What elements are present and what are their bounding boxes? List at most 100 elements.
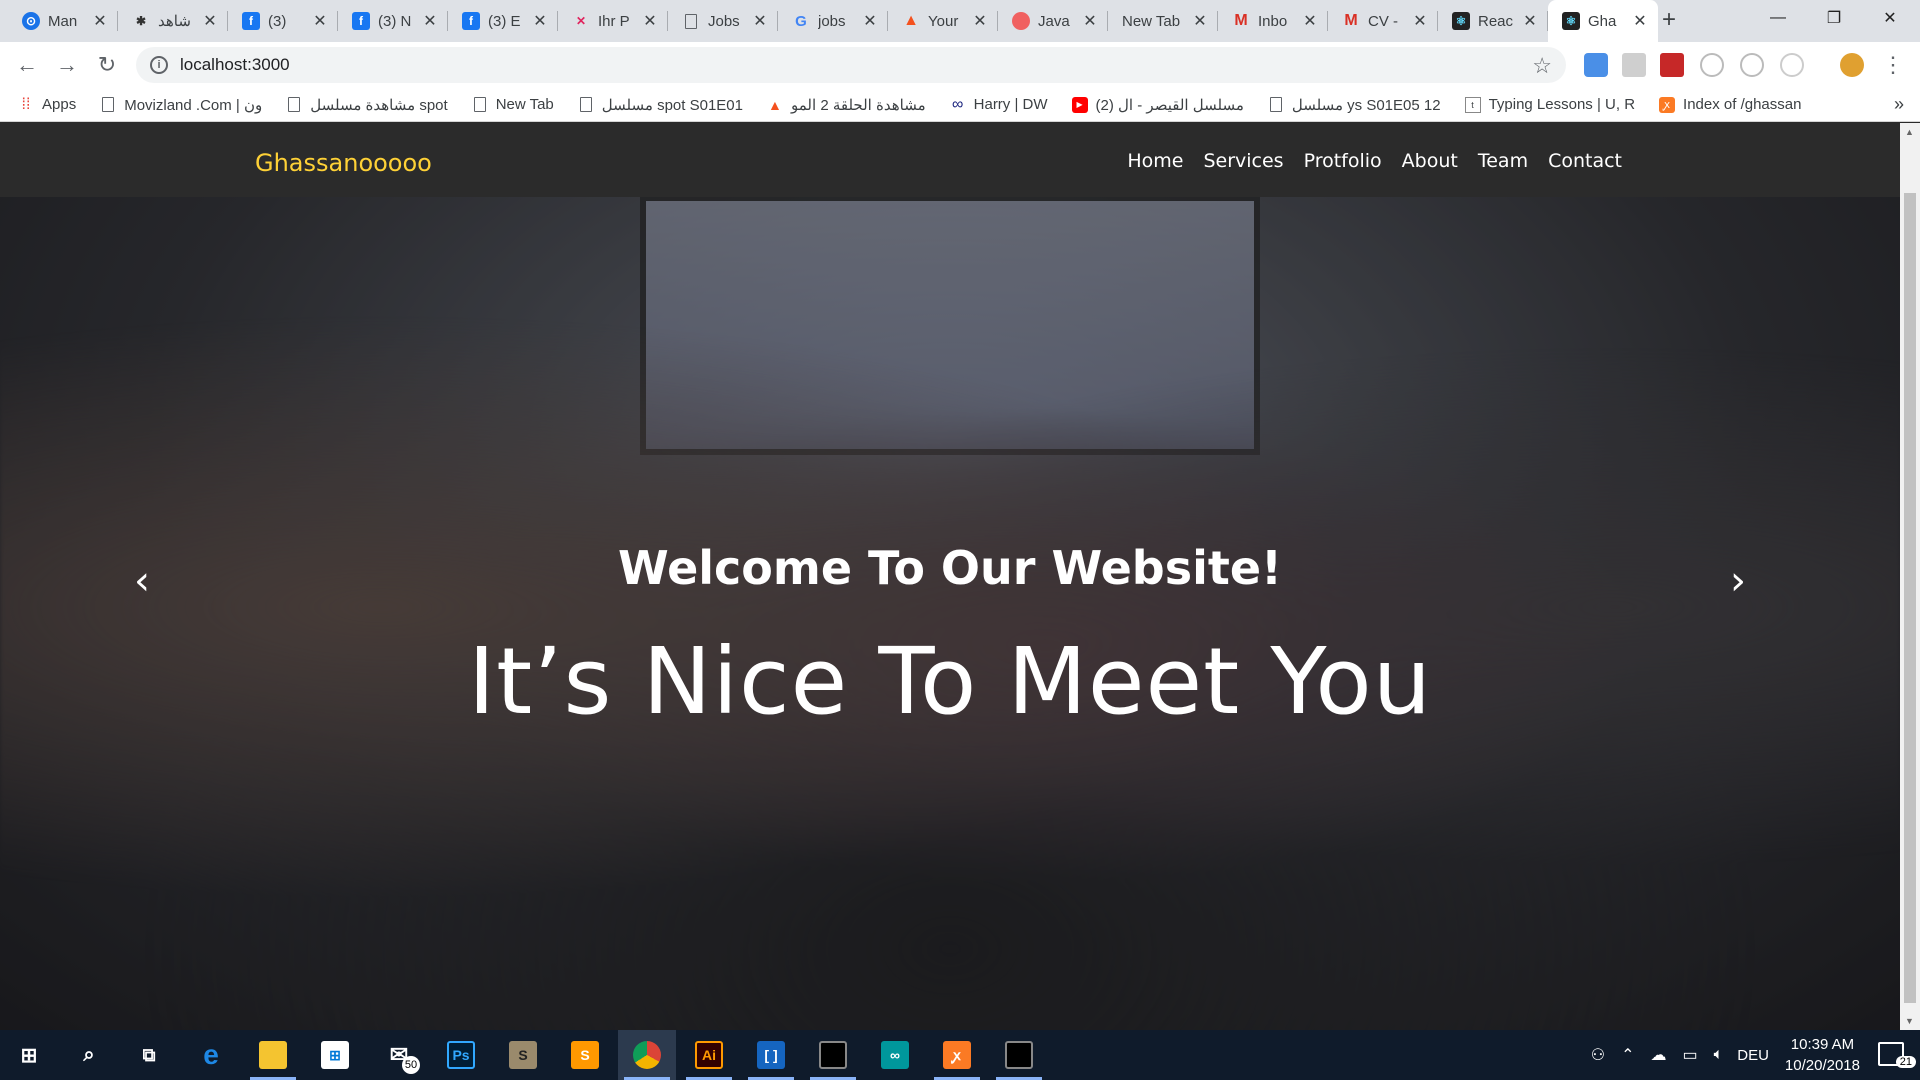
tab-title: Ihr P (598, 12, 630, 30)
extension-red-icon[interactable] (1660, 53, 1684, 77)
close-icon[interactable]: ✕ (1192, 11, 1208, 31)
taskbar-illustrator[interactable]: Ai (680, 1030, 738, 1080)
nav-portfolio[interactable]: Protfolio (1304, 150, 1382, 172)
browser-tab[interactable]: ⚛ Reac ✕ (1438, 0, 1548, 42)
clock-time: 10:39 AM (1790, 1036, 1855, 1053)
tab-title: (3) E (488, 12, 521, 30)
taskbar-photoshop[interactable]: Ps (432, 1030, 490, 1080)
browser-tab[interactable]: Java ✕ (998, 0, 1108, 42)
taskbar-bracket-app[interactable]: [ ] (742, 1030, 800, 1080)
language-indicator[interactable]: DEU (1737, 1047, 1769, 1064)
taskbar-store[interactable]: ⊞ (306, 1030, 364, 1080)
onedrive-icon[interactable]: ☁ (1651, 1045, 1667, 1065)
extension-h-icon[interactable] (1740, 53, 1764, 77)
battery-icon[interactable]: ▭ (1683, 1045, 1698, 1065)
taskbar-mail[interactable]: ✉ 50 (370, 1030, 428, 1080)
bookmark-item[interactable]: مسلسل ys S01E05 12 (1268, 96, 1441, 114)
close-icon[interactable]: ✕ (1082, 11, 1098, 31)
extension-ring-icon[interactable] (1780, 53, 1804, 77)
browser-tab[interactable]: ✕ Ihr P ✕ (558, 0, 668, 42)
site-brand[interactable]: Ghassanooooo (255, 149, 432, 177)
bookmark-item[interactable]: Movizland .Com | ون (100, 96, 262, 114)
nav-team[interactable]: Team (1478, 150, 1528, 172)
close-icon[interactable]: ✕ (202, 11, 218, 31)
close-icon[interactable]: ✕ (1522, 11, 1538, 31)
bookmark-item[interactable]: ∞ Harry | DW (950, 96, 1048, 114)
browser-tab[interactable]: M CV - ✕ (1328, 0, 1438, 42)
extension-pdf-icon[interactable] (1622, 53, 1646, 77)
task-view-button[interactable]: ⧉ (120, 1030, 178, 1080)
bookmarks-overflow-button[interactable]: » (1894, 94, 1904, 115)
site-info-icon[interactable]: i (150, 56, 168, 74)
bookmark-item[interactable]: t Typing Lessons | U, R (1464, 96, 1635, 113)
scroll-down-icon[interactable]: ▼ (1905, 1016, 1914, 1026)
scroll-up-icon[interactable]: ▲ (1905, 127, 1914, 137)
taskbar-chrome[interactable] (618, 1030, 676, 1080)
browser-tab[interactable]: New Tab ✕ (1108, 0, 1218, 42)
address-bar[interactable]: i localhost:3000 ☆ (136, 47, 1566, 83)
maximize-icon[interactable]: ❐ (1806, 0, 1862, 36)
nav-about[interactable]: About (1402, 150, 1458, 172)
reload-icon[interactable]: ↻ (92, 50, 122, 80)
page-scrollbar[interactable]: ▲ ▼ (1900, 123, 1920, 1030)
minimize-icon[interactable]: — (1750, 0, 1806, 36)
browser-tab[interactable]: M Inbo ✕ (1218, 0, 1328, 42)
taskbar-terminal[interactable] (804, 1030, 862, 1080)
browser-tab[interactable]: f (3) ✕ (228, 0, 338, 42)
close-icon[interactable]: ✕ (752, 11, 768, 31)
nav-contact[interactable]: Contact (1548, 150, 1622, 172)
taskbar-edge[interactable]: e (182, 1030, 240, 1080)
taskbar-cmd[interactable] (990, 1030, 1048, 1080)
bookmark-item[interactable]: ▶ (2) مسلسل القيصر - ال (1071, 96, 1244, 114)
browser-tab[interactable]: Gjobs ✕ (778, 0, 888, 42)
close-icon[interactable]: ✕ (1632, 11, 1648, 31)
taskbar-sublime[interactable]: S (556, 1030, 614, 1080)
close-icon[interactable]: ✕ (1412, 11, 1428, 31)
extension-circle-icon[interactable] (1700, 53, 1724, 77)
browser-tab[interactable]: f (3) N ✕ (338, 0, 448, 42)
browser-tab[interactable]: f (3) E ✕ (448, 0, 558, 42)
bookmark-item[interactable]: New Tab (472, 96, 554, 113)
browser-tab[interactable]: ▲ Your ✕ (888, 0, 998, 42)
close-window-icon[interactable]: ✕ (1862, 0, 1918, 36)
bookmark-star-icon[interactable]: ☆ (1532, 53, 1552, 79)
menu-kebab-icon[interactable]: ⋮ (1878, 50, 1908, 80)
close-icon[interactable]: ✕ (312, 11, 328, 31)
nav-home[interactable]: Home (1127, 150, 1183, 172)
bookmark-item[interactable]: ▲ مشاهدة الحلقة 2 المو (767, 96, 926, 114)
chevron-up-icon[interactable]: ⌃ (1621, 1045, 1634, 1065)
nav-services[interactable]: Services (1203, 150, 1283, 172)
close-icon[interactable]: ✕ (1302, 11, 1318, 31)
people-icon[interactable]: ⚇ (1591, 1045, 1605, 1065)
bookmark-apps[interactable]: ⁞⁞ Apps (18, 96, 77, 114)
browser-tab[interactable]: ✱ شاهد ✕ (118, 0, 228, 42)
taskbar-arduino[interactable]: ∞ (866, 1030, 924, 1080)
url-text[interactable]: localhost:3000 (180, 55, 290, 75)
close-icon[interactable]: ✕ (92, 11, 108, 31)
clock[interactable]: 10:39 AM 10/20/2018 (1785, 1034, 1860, 1076)
taskbar-explorer[interactable] (244, 1030, 302, 1080)
close-icon[interactable]: ✕ (972, 11, 988, 31)
taskbar-s-app[interactable]: S (494, 1030, 552, 1080)
browser-tab[interactable]: Jobs ✕ (668, 0, 778, 42)
start-button[interactable]: ⊞ (0, 1030, 58, 1080)
taskbar-xampp[interactable]: ꭙ (928, 1030, 986, 1080)
forward-icon[interactable]: → (52, 50, 82, 80)
taskbar-search-button[interactable]: ⌕ (60, 1030, 118, 1080)
bookmark-item[interactable]: مشاهدة مسلسل spot (286, 96, 448, 114)
browser-tab-active[interactable]: ⚛ Gha ✕ (1548, 0, 1658, 42)
new-tab-button[interactable]: + (1656, 8, 1682, 34)
back-icon[interactable]: ← (12, 50, 42, 80)
close-icon[interactable]: ✕ (532, 11, 548, 31)
extension-eyedropper-icon[interactable] (1584, 53, 1608, 77)
close-icon[interactable]: ✕ (642, 11, 658, 31)
close-icon[interactable]: ✕ (422, 11, 438, 31)
volume-icon[interactable]: 🔈︎ (1714, 1046, 1724, 1064)
bookmark-item[interactable]: مسلسل spot S01E01 (578, 96, 743, 114)
scrollbar-thumb[interactable] (1904, 193, 1916, 1003)
bookmark-item[interactable]: ꭙ Index of /ghassan (1659, 96, 1801, 113)
close-icon[interactable]: ✕ (862, 11, 878, 31)
profile-avatar[interactable] (1840, 53, 1864, 77)
document-icon (472, 97, 488, 113)
browser-tab[interactable]: ⊙ Man ✕ (8, 0, 118, 42)
